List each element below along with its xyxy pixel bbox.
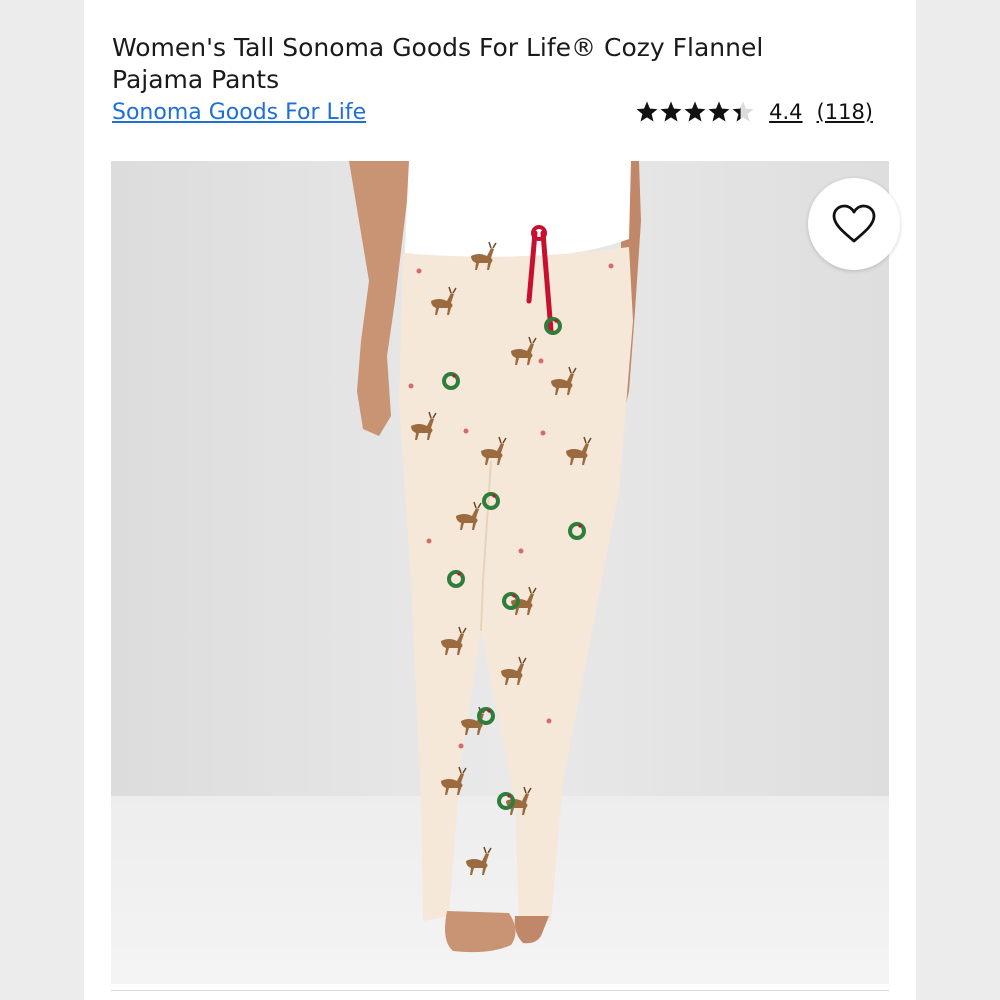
star-rating (635, 100, 755, 124)
product-image[interactable] (111, 161, 889, 984)
heart-icon (832, 204, 876, 243)
breadcrumb (108, 0, 896, 4)
star-icon (636, 101, 754, 122)
product-page: Women's Tall Sonoma Goods For Life® Cozy… (84, 0, 916, 1000)
divider (111, 990, 889, 991)
brand-link[interactable]: Sonoma Goods For Life (112, 100, 366, 125)
review-count[interactable]: (118) (817, 100, 873, 124)
favorite-button[interactable] (808, 178, 900, 270)
product-title: Women's Tall Sonoma Goods For Life® Cozy… (112, 33, 764, 94)
rating-value[interactable]: 4.4 (769, 100, 802, 124)
rating-summary[interactable]: 4.4 (118) (635, 100, 873, 124)
